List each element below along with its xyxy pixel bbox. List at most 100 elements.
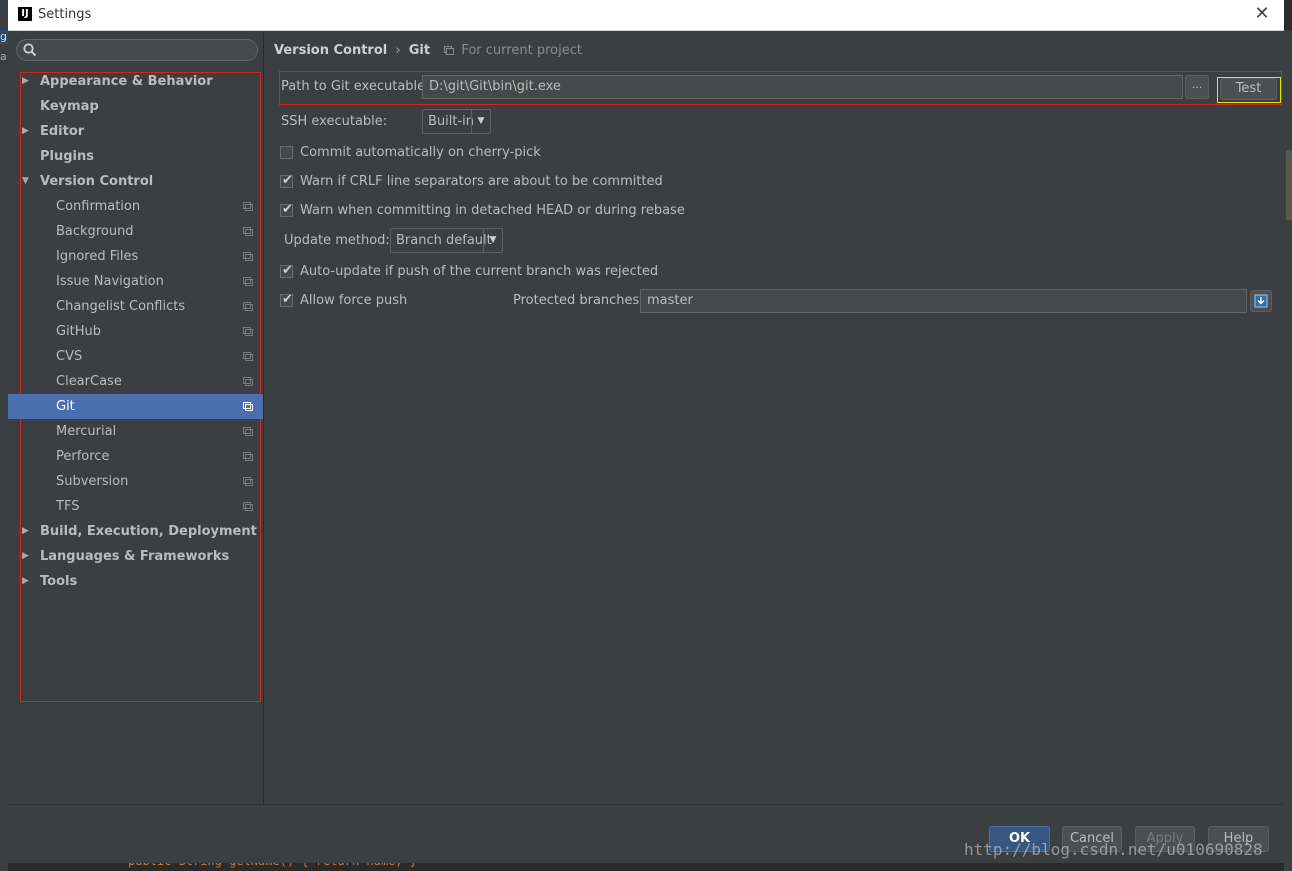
update-method-value: Branch default	[396, 233, 492, 248]
sidebar-item-perforce[interactable]: Perforce	[8, 444, 263, 469]
sidebar-item-mercurial[interactable]: Mercurial	[8, 419, 263, 444]
sidebar-item-github[interactable]: GitHub	[8, 319, 263, 344]
expand-field-button[interactable]	[1250, 290, 1272, 312]
breadcrumb-page: Git	[408, 43, 431, 58]
browse-button[interactable]: ...	[1185, 75, 1209, 99]
checkmark-icon: ✔	[282, 202, 293, 217]
project-scope-icon	[243, 452, 253, 461]
sidebar-item-cvs[interactable]: CVS	[8, 344, 263, 369]
background-editor-glyph: g	[0, 30, 8, 44]
sidebar-item-label: Changelist Conflicts	[56, 299, 186, 314]
sidebar-item-label: CVS	[56, 349, 83, 364]
background-editor-glyph: a	[0, 50, 7, 63]
sidebar-item-label: Languages & Frameworks	[40, 549, 230, 564]
project-scope-icon	[243, 277, 253, 286]
sidebar-item-issue-navigation[interactable]: Issue Navigation	[8, 269, 263, 294]
project-scope-icon	[243, 352, 253, 361]
background-scrollbar	[1284, 30, 1292, 871]
project-scope-icon	[243, 377, 253, 386]
project-scope-icon	[444, 46, 455, 55]
sidebar-item-label: Issue Navigation	[56, 274, 164, 289]
test-highlight-frame	[1217, 77, 1281, 103]
sidebar-item-languages-frameworks[interactable]: ▶ Languages & Frameworks	[8, 544, 263, 569]
collapsed-arrow-icon[interactable]: ▶	[22, 569, 32, 594]
ssh-label: SSH executable:	[281, 114, 388, 129]
sidebar-item-label: Keymap	[40, 99, 99, 114]
checkmark-icon: ✔	[282, 173, 293, 188]
update-method-label: Update method:	[284, 233, 390, 248]
project-scope-icon	[243, 427, 253, 436]
background-editor-strip: g a	[0, 0, 8, 871]
sidebar-item-label: Mercurial	[56, 424, 117, 439]
detached-head-label: Warn when committing in detached HEAD or…	[300, 203, 685, 218]
update-method-select[interactable]: Branch default ▼	[390, 228, 503, 253]
crlf-label: Warn if CRLF line separators are about t…	[300, 174, 663, 189]
sidebar-item-clearcase[interactable]: ClearCase	[8, 369, 263, 394]
sidebar-item-label: Plugins	[40, 149, 94, 164]
sidebar-item-subversion[interactable]: Subversion	[8, 469, 263, 494]
collapsed-arrow-icon[interactable]: ▶	[22, 69, 32, 94]
collapsed-arrow-icon[interactable]: ▶	[22, 544, 32, 569]
crlf-checkbox[interactable]: ✔	[280, 173, 293, 188]
sidebar-item-keymap[interactable]: Keymap	[8, 94, 263, 119]
sidebar-item-label: Ignored Files	[56, 249, 139, 264]
git-path-field[interactable]: D:\git\Git\bin\git.exe	[422, 75, 1183, 99]
project-scope-icon	[243, 477, 253, 486]
collapsed-arrow-icon[interactable]: ▶	[22, 519, 32, 544]
sidebar-item-version-control[interactable]: ▼ Version Control	[8, 169, 263, 194]
intellij-icon: IJ	[18, 7, 32, 21]
collapsed-arrow-icon[interactable]: ▶	[22, 119, 32, 144]
sidebar-item-tfs[interactable]: TFS	[8, 494, 263, 519]
auto-update-label: Auto-update if push of the current branc…	[300, 264, 659, 279]
footer-separator	[8, 804, 1284, 805]
ssh-executable-value: Built-in	[428, 114, 475, 129]
expanded-arrow-icon[interactable]: ▼	[22, 169, 32, 194]
search-icon	[23, 43, 37, 57]
sidebar-item-changelist-conflicts[interactable]: Changelist Conflicts	[8, 294, 263, 319]
sidebar-item-label: Editor	[40, 124, 85, 139]
sidebar-item-background[interactable]: Background	[8, 219, 263, 244]
detached-head-checkbox[interactable]: ✔	[280, 202, 293, 217]
force-push-label: Allow force push	[300, 293, 408, 308]
sidebar-item-label: TFS	[56, 499, 80, 514]
sidebar-item-label: Version Control	[40, 174, 154, 189]
sidebar-item-editor[interactable]: ▶ Editor	[8, 119, 263, 144]
sidebar-item-label: Appearance & Behavior	[40, 74, 213, 89]
checkmark-icon: ✔	[282, 263, 293, 278]
force-push-checkbox[interactable]: ✔	[280, 292, 293, 307]
sidebar-item-ignored-files[interactable]: Ignored Files	[8, 244, 263, 269]
search-input[interactable]	[16, 39, 258, 61]
breadcrumb-separator: ›	[395, 43, 401, 58]
sidebar-item-tools[interactable]: ▶ Tools	[8, 569, 263, 594]
title-bar: IJ Settings ✕	[8, 0, 1284, 31]
protected-branches-field[interactable]: master	[640, 289, 1247, 313]
cherry-pick-label: Commit automatically on cherry-pick	[300, 145, 541, 160]
sidebar-item-label: Build, Execution, Deployment	[40, 524, 257, 539]
ssh-executable-select[interactable]: Built-in ▼	[422, 109, 491, 134]
sidebar-item-label: Subversion	[56, 474, 129, 489]
close-icon[interactable]: ✕	[1252, 4, 1272, 24]
sidebar-item-label: Tools	[40, 574, 78, 589]
settings-sidebar: ▶ Appearance & Behavior Keymap ▶ Editor Plugi…	[8, 31, 264, 804]
project-scope-icon	[243, 227, 253, 236]
sidebar-item-label: ClearCase	[56, 374, 122, 389]
project-scope-icon	[243, 402, 253, 411]
watermark: http://blog.csdn.net/u010690828	[964, 840, 1263, 859]
sidebar-item-build-execution-deployment[interactable]: ▶ Build, Execution, Deployment	[8, 519, 263, 544]
chevron-down-icon: ▼	[471, 110, 490, 133]
project-scope-icon	[243, 252, 253, 261]
sidebar-item-confirmation[interactable]: Confirmation	[8, 194, 263, 219]
breadcrumb: Version Control › Git For current projec…	[274, 42, 582, 60]
sidebar-item-plugins[interactable]: Plugins	[8, 144, 263, 169]
sidebar-item-label: Confirmation	[56, 199, 141, 214]
window-title: Settings	[38, 7, 92, 22]
cherry-pick-checkbox[interactable]	[280, 146, 293, 159]
sidebar-item-git[interactable]: Git	[8, 394, 263, 419]
sidebar-item-label: Background	[56, 224, 134, 239]
breadcrumb-section: Version Control	[274, 43, 388, 58]
auto-update-checkbox[interactable]: ✔	[280, 263, 293, 278]
sidebar-item-label: Git	[56, 399, 75, 414]
sidebar-item-appearance-behavior[interactable]: ▶ Appearance & Behavior	[8, 69, 263, 94]
chevron-down-icon: ▼	[483, 229, 502, 252]
checkmark-icon: ✔	[282, 292, 293, 307]
